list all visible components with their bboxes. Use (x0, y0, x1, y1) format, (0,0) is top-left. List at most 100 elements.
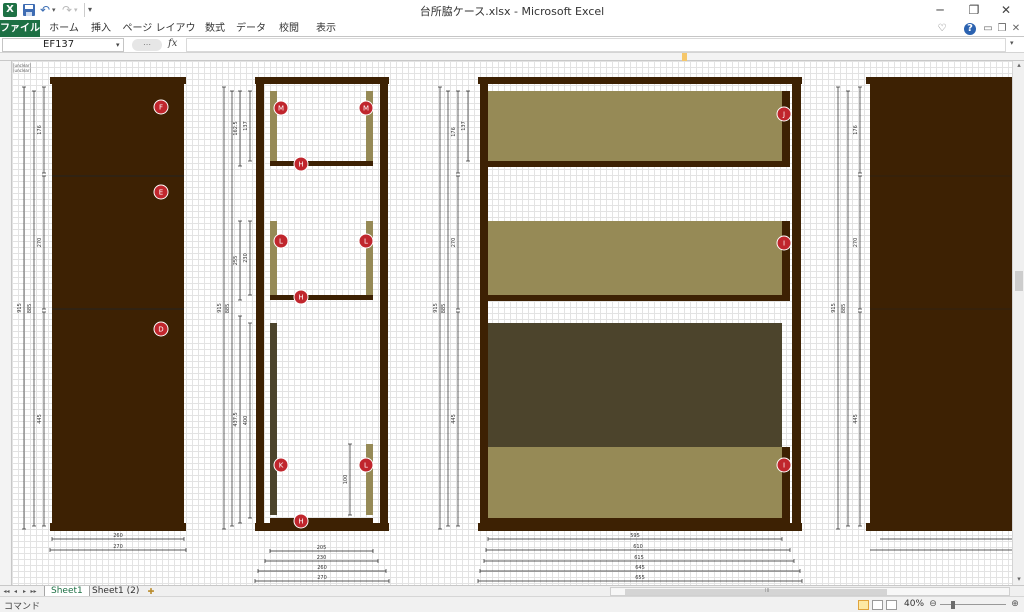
side-dim-h7-label: 100 (343, 475, 349, 485)
part-marker-label: I (783, 240, 785, 248)
page-layout-view-button[interactable] (872, 600, 883, 610)
part-marker-label: F (159, 104, 163, 112)
side-dim-w2-label: 230 (317, 555, 327, 561)
vertical-scrollbar[interactable]: ▴ ▾ (1012, 61, 1024, 585)
window-title: 台所脇ケース.xlsx - Microsoft Excel (419, 5, 605, 18)
drawer-side-k (270, 323, 277, 515)
drawer-front-i1-base (488, 295, 782, 301)
drawer-bottom-h1 (270, 161, 373, 166)
scroll-down-icon[interactable]: ▾ (1013, 575, 1024, 585)
front-dim-h1-label: 176 (37, 125, 43, 135)
horizontal-scrollbar[interactable]: III (610, 587, 1010, 596)
side-dim-h6-label: 400 (243, 416, 249, 426)
back-dim-w4-label: 645 (635, 565, 645, 571)
part-marker-label: E (159, 189, 163, 197)
active-column-header[interactable] (682, 53, 687, 61)
name-box-dropdown-icon[interactable]: ▾ (116, 39, 124, 51)
far-dim-h3-label: 445 (853, 414, 859, 424)
workbook-restore-icon[interactable]: ❐ (996, 23, 1008, 35)
zoom-in-icon[interactable]: ⊕ (1010, 599, 1020, 609)
part-marker-label: I (783, 462, 785, 470)
horizontal-scroll-thumb[interactable]: III (625, 588, 887, 595)
tab-formulas[interactable]: 数式 (202, 20, 228, 37)
zoom-out-icon[interactable]: ⊖ (928, 599, 938, 609)
side-dim-total-label: 915 (217, 303, 223, 313)
side-right-post (380, 84, 388, 524)
back-dim-w1-label: 595 (630, 533, 640, 539)
front-panel (52, 84, 184, 526)
tab-view[interactable]: 表示 (312, 20, 340, 37)
far-dim-inner-label: 885 (841, 304, 847, 314)
drawer-front-i1-side (782, 221, 790, 301)
side-left-post (256, 84, 264, 524)
back-dim-w3-label: 615 (634, 555, 644, 561)
tab-insert[interactable]: 挿入 (88, 20, 114, 37)
status-bar: コマンド 40% ⊖ ⊕ (0, 596, 1024, 612)
part-marker-label: L (364, 238, 368, 246)
side-bottom-board (255, 523, 389, 531)
side-dim-w4-label: 270 (317, 575, 327, 581)
ribbon-tabs: ファイル ホーム 挿入 ページ レイアウト 数式 データ 校閲 表示 ♡ ? ▭… (0, 20, 1024, 51)
front-dim-h3-label: 445 (37, 414, 43, 424)
part-marker-label: M (363, 105, 369, 113)
zoom-slider[interactable] (940, 604, 1006, 605)
worksheet[interactable]: [unclear] [unclear] F E D 176 270 445 915 885 26… (0, 53, 1024, 585)
scroll-grip: III (765, 588, 770, 594)
ribbon-collapse-icon[interactable]: ♡ (936, 23, 948, 35)
close-button[interactable]: ✕ (990, 0, 1022, 20)
column-headers[interactable] (0, 53, 1024, 61)
tab-file[interactable]: ファイル (0, 20, 40, 37)
far-dim-h2-label: 270 (853, 238, 859, 248)
status-mode: コマンド (4, 602, 41, 612)
back-dim-h1-label: 176 (451, 127, 457, 137)
part-marker-label: M (278, 105, 284, 113)
part-marker-label: L (279, 238, 283, 246)
tab-review[interactable]: 校閲 (276, 20, 302, 37)
far-bottom-board (866, 523, 1012, 531)
side-dim-w1-label: 205 (317, 545, 327, 551)
front-top-board (50, 77, 186, 84)
side-top-board (255, 77, 389, 84)
front-bottom-board (50, 523, 186, 531)
formula-bar: EF137 ▾ ⋯ fx ▾ (0, 37, 1024, 53)
back-dim-h4-label: 445 (451, 414, 457, 424)
side-dim-inner-label: 885 (225, 304, 231, 314)
drawer-front-j (488, 91, 782, 161)
side-dim-h5-label: 437.5 (233, 412, 239, 426)
back-top-board (478, 77, 802, 84)
tab-home[interactable]: ホーム (46, 20, 82, 37)
help-icon[interactable]: ? (964, 23, 976, 35)
vertical-scroll-thumb[interactable] (1015, 271, 1023, 291)
front-dim-total-label: 915 (17, 303, 23, 313)
cabinet-drawing[interactable]: FED176270445915 885260270M MHL LHK LH162.5 13… (0, 61, 1012, 585)
part-marker-label: H (298, 518, 303, 526)
new-sheet-icon[interactable]: ✚ (146, 587, 156, 596)
workbook-minimize-icon[interactable]: ▭ (982, 23, 994, 35)
workbook-close-icon[interactable]: ✕ (1010, 23, 1022, 35)
insert-function-icon[interactable]: fx (168, 38, 182, 49)
part-marker-label: H (298, 161, 303, 169)
page-break-view-button[interactable] (886, 600, 897, 610)
formula-bar-handle-icon[interactable]: ⋯ (132, 39, 162, 51)
far-panel (870, 84, 1012, 526)
scroll-up-icon[interactable]: ▴ (1013, 61, 1024, 71)
drawer-bottom-h2 (270, 295, 373, 300)
zoom-level[interactable]: 40% (904, 599, 924, 609)
title-bar: X ↶ ▾ ↷ ▾ ▾ 台所脇ケース.xlsx - Microsoft Exce… (0, 0, 1024, 20)
drawer-side-m1 (270, 91, 277, 161)
tab-data[interactable]: データ (236, 20, 266, 37)
zoom-slider-thumb[interactable] (951, 601, 955, 609)
back-dim-total-label: 915 (433, 303, 439, 313)
drawer-front-j-side (782, 91, 790, 167)
front-dim-w1-label: 260 (113, 533, 123, 539)
formula-input[interactable] (186, 38, 1006, 52)
tab-page-layout[interactable]: ページ レイアウト (122, 20, 196, 51)
part-marker-label: L (364, 462, 368, 470)
front-dim-w2-label: 270 (113, 544, 123, 550)
restore-button[interactable]: ❐ (958, 0, 990, 20)
name-box[interactable]: EF137 (2, 38, 124, 52)
minimize-button[interactable]: ─ (924, 0, 956, 20)
formula-expand-icon[interactable]: ▾ (1010, 39, 1020, 47)
back-left-post (480, 84, 488, 524)
normal-view-button[interactable] (858, 600, 869, 610)
